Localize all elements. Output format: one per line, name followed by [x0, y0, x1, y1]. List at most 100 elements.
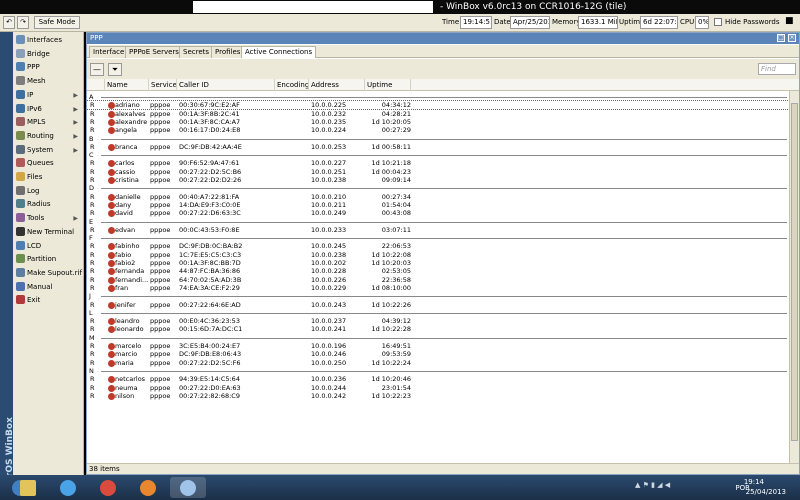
service-cell: pppoe [150, 109, 171, 118]
table-row[interactable]: Rfran pppoe 74:EA:3A:CE:F2:29 10.0.0.229 1d … [87, 284, 799, 292]
menu-label: IPv6 [27, 104, 42, 113]
table-row[interactable]: Rdany pppoe 14:DA:E9:F3:C0:0E 10.0.0.211 01:… [87, 201, 799, 209]
maximize-icon[interactable]: □ [777, 34, 785, 42]
table-row[interactable]: Rneuma pppoe 00:27:22:D0:EA:63 10.0.0.244 23… [87, 384, 799, 392]
sidebar-item-10[interactable]: Queues [14, 157, 82, 170]
find-input[interactable]: Find [758, 63, 796, 75]
address-cell: 10.0.0.210 [311, 192, 347, 201]
column-header-uptime[interactable]: Uptime [365, 79, 411, 91]
close-icon[interactable]: × [788, 34, 796, 42]
sidebar-item-3[interactable]: PPP [14, 61, 82, 74]
sidebar-item-2[interactable]: Bridge [14, 48, 82, 61]
tab-2[interactable]: Secrets [179, 46, 214, 58]
uptime-cell: 23:01:54 [381, 383, 411, 392]
menu-icon [16, 199, 25, 209]
table-row[interactable]: Rjenifer pppoe 00:27:22:64:6E:AD 10.0.0.243… [87, 301, 799, 309]
chevron-right-icon: ▶ [73, 146, 78, 154]
group-header: M [87, 334, 787, 342]
sidebar-item-5[interactable]: IP ▶ [14, 89, 82, 102]
menu-icon [16, 76, 25, 86]
firefox-app[interactable] [130, 477, 166, 498]
service-cell: pppoe [150, 117, 171, 126]
flag-cell: R [90, 250, 95, 259]
column-header-caller-id[interactable]: Caller ID [177, 79, 275, 91]
column-header-address[interactable]: Address [309, 79, 365, 91]
hide-passwords-checkbox[interactable] [714, 18, 722, 26]
flag-cell: R [90, 325, 95, 334]
sidebar-item-18[interactable]: Make Supout.rif [14, 267, 82, 280]
clock-date[interactable]: 25/04/2013 [746, 488, 786, 496]
table-row[interactable]: Ralexandre pppoe 00:1A:3F:8C:CA:A7 10.0.0.2… [87, 118, 799, 126]
table-row[interactable]: Rleandro pppoe 00:E0:4C:36:23:53 10.0.0.237… [87, 317, 799, 326]
sidebar-item-14[interactable]: Tools ▶ [14, 212, 82, 225]
sidebar-item-16[interactable]: LCD [14, 240, 82, 253]
table-row[interactable]: Rfernandi... pppoe 64:70:02:5A:AD:3B 10.0.0… [87, 276, 799, 284]
table-row[interactable]: Redvan pppoe 00:0C:43:53:F0:8E 10.0.0.233 03… [87, 226, 799, 234]
redo-button[interactable]: ↷ [17, 16, 29, 29]
tray-icons[interactable]: ▲ ⚑ ▮ ◢ ◀ [635, 481, 695, 489]
table-row[interactable]: Rnilson pppoe 00:27:22:82:68:C9 10.0.0.242 1… [87, 392, 799, 400]
table-row[interactable]: Rfabio pppoe 1C:7E:E5:C5:C3:C3 10.0.0.238 1d… [87, 251, 799, 259]
table-row[interactable]: Rcassio pppoe 00:27:22:D2:5C:B6 10.0.0.251 1… [87, 168, 799, 176]
menu-label: Interfaces [27, 36, 62, 44]
table-row[interactable]: Rcristina pppoe 00:27:22:D2:D2:26 10.0.0.23… [87, 176, 799, 184]
winbox-app[interactable] [170, 477, 206, 498]
table-row[interactable]: Rdavid pppoe 00:27:22:D6:63:3C 10.0.0.249 00… [87, 209, 799, 218]
filter-button[interactable]: ⏷ [108, 63, 122, 76]
sidebar-item-4[interactable]: Mesh [14, 75, 82, 88]
table-row[interactable]: Rbranca pppoe DC:9F:DB:42:AA:4E 10.0.0.253 1… [87, 143, 799, 151]
sidebar-item-20[interactable]: Exit [14, 294, 82, 307]
sidebar-item-17[interactable]: Partition [14, 253, 82, 266]
ppp-window-title: PPP [90, 34, 103, 42]
table-row[interactable]: Rdanielle pppoe 00:40:A7:22:81:FA 10.0.0.21… [87, 193, 799, 201]
tab-1[interactable]: PPPoE Servers [125, 46, 183, 58]
sidebar-item-6[interactable]: IPv6 ▶ [14, 103, 82, 116]
flag-cell: R [90, 350, 95, 359]
undo-button[interactable]: ↶ [3, 16, 15, 29]
safe-mode-button[interactable]: Safe Mode [34, 16, 80, 29]
sidebar-item-15[interactable]: New Terminal [14, 226, 82, 239]
table-row[interactable]: Rmarcio pppoe DC:9F:DB:E8:06:43 10.0.0.246 0… [87, 350, 799, 359]
table-row[interactable]: Rmarcelo pppoe 3C:E5:B4:00:24:E7 10.0.0.196… [87, 342, 799, 350]
sidebar-item-7[interactable]: MPLS ▶ [14, 116, 82, 129]
table-row[interactable]: Radriano pppoe 00:30:67:9C:E2:AF 10.0.0.225… [87, 100, 799, 111]
column-header-service[interactable]: Service [149, 79, 177, 91]
caller-id-cell: 3C:E5:B4:00:24:E7 [179, 342, 241, 350]
table-row[interactable]: Rfernanda pppoe 44:87:FC:BA:36:86 10.0.0.22… [87, 267, 799, 276]
column-header-encoding[interactable]: Encoding [275, 79, 309, 91]
group-letter: C [89, 151, 94, 160]
caller-id-cell: 00:27:22:D0:EA:63 [179, 383, 241, 392]
tab-0[interactable]: Interface [89, 46, 129, 58]
tab-4[interactable]: Active Connections [241, 46, 317, 58]
clock-time[interactable]: 19:14 [744, 478, 764, 486]
sidebar-item-8[interactable]: Routing ▶ [14, 130, 82, 143]
sidebar-item-19[interactable]: Manual [14, 281, 82, 294]
sidebar-item-13[interactable]: Radius [14, 198, 82, 211]
date-label: Date [494, 18, 511, 26]
table-row[interactable]: Ralexalves pppoe 00:1A:3F:8B:2C:41 10.0.0.2… [87, 110, 799, 118]
chrome-app[interactable] [90, 477, 126, 498]
sidebar-item-12[interactable]: Log [14, 185, 82, 198]
table-row[interactable]: Rfabio2 pppoe 00:1A:3F:8C:BB:7D 10.0.0.202 1… [87, 259, 799, 267]
table-row[interactable]: Rnetcarlos pppoe 94:39:E5:14:C5:64 10.0.0.2… [87, 375, 799, 384]
tab-3[interactable]: Profiles [211, 46, 245, 58]
table-row[interactable]: Rcarlos pppoe 90:F6:52:9A:47:61 10.0.0.227 1… [87, 159, 799, 168]
column-header-flag[interactable] [87, 79, 105, 91]
folder-app[interactable] [10, 477, 40, 498]
table-row[interactable]: Rfabinho pppoe DC:9F:DB:0C:BA:B2 10.0.0.245… [87, 242, 799, 251]
table-row[interactable]: Rmaria pppoe 00:27:22:D2:5C:F6 10.0.0.250 1d… [87, 359, 799, 367]
address-cell: 10.0.0.250 [311, 358, 347, 367]
table-row[interactable]: Rangela pppoe 00:16:17:D0:24:E8 10.0.0.224 0… [87, 126, 799, 135]
minus-button[interactable]: — [90, 63, 104, 76]
sidebar-item-1[interactable]: Interfaces [14, 34, 82, 47]
flag-cell: R [90, 192, 95, 201]
sidebar-item-11[interactable]: Files [14, 171, 82, 184]
sidebar-item-9[interactable]: System ▶ [14, 144, 82, 157]
column-header-name[interactable]: Name [105, 79, 149, 91]
uptime-cell: 00:27:29 [381, 126, 411, 135]
menu-label: MPLS [27, 118, 46, 127]
ie-app[interactable] [50, 477, 86, 498]
table-row[interactable]: Rleonardo pppoe 00:15:6D:7A:DC:C1 10.0.0.24… [87, 325, 799, 334]
vertical-scrollbar[interactable] [789, 91, 799, 463]
scrollbar-thumb[interactable] [791, 103, 798, 441]
